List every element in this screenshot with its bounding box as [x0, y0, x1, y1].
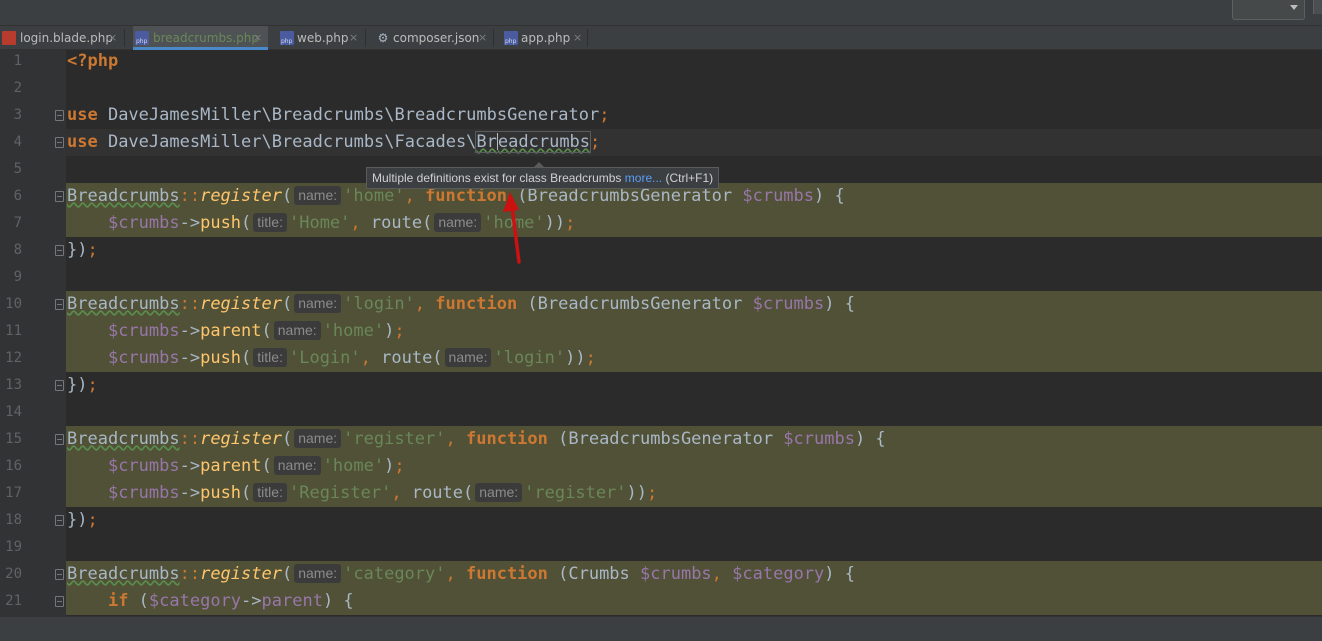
fold-marker-icon[interactable]: [55, 380, 64, 391]
tab-login-blade[interactable]: login.blade.php ×: [0, 26, 125, 50]
php-file-icon: php: [280, 31, 294, 45]
top-toolbar: [0, 0, 1322, 26]
line-number: 3: [13, 107, 22, 123]
line-number: 12: [5, 350, 22, 366]
line-number: 18: [5, 512, 22, 528]
line-number: 5: [13, 161, 22, 177]
line-number: 8: [13, 242, 22, 258]
tab-breadcrumbs[interactable]: php breadcrumbs.php ×: [133, 26, 268, 50]
fold-marker-icon[interactable]: [55, 137, 64, 148]
line-number: 13: [5, 377, 22, 393]
code-line-4: use DaveJamesMiller\Breadcrumbs\Facades\…: [67, 131, 601, 153]
code-line-16: $crumbs->parent(name:'home');: [107, 456, 405, 476]
line-number: 17: [5, 485, 22, 501]
tab-label: composer.json: [393, 31, 480, 45]
code-editor[interactable]: <?php use DaveJamesMiller\Breadcrumbs\Br…: [66, 50, 1322, 616]
fold-marker-icon[interactable]: [55, 299, 64, 310]
line-number: 10: [5, 296, 22, 312]
fold-marker-icon[interactable]: [55, 191, 64, 202]
tab-label: login.blade.php: [20, 31, 114, 45]
line-number: 2: [13, 80, 22, 96]
tab-web-php[interactable]: php web.php ×: [278, 26, 366, 50]
line-number: 11: [5, 323, 22, 339]
chevron-down-icon: [1290, 5, 1298, 10]
code-line-11: $crumbs->parent(name:'home');: [107, 321, 405, 341]
code-line-10: Breadcrumbs::register(name:'login', func…: [67, 294, 855, 314]
status-bar: [0, 616, 1322, 641]
fold-marker-icon[interactable]: [55, 596, 64, 607]
fold-marker-icon[interactable]: [55, 434, 64, 445]
php-file-icon: php: [135, 31, 149, 45]
tooltip-text: Multiple definitions exist for class Bre…: [372, 171, 625, 185]
tooltip-more-link[interactable]: more...: [625, 171, 662, 185]
definition-tooltip: Multiple definitions exist for class Bre…: [366, 162, 720, 189]
code-line-18: });: [67, 510, 98, 530]
tooltip-pointer: [533, 162, 545, 168]
tab-separator: [124, 29, 125, 47]
code-line-17: $crumbs->push(title: 'Register', route(na…: [107, 483, 658, 503]
code-line-13: });: [67, 375, 98, 395]
tab-separator: [493, 29, 494, 47]
line-number: 1: [13, 53, 22, 69]
code-line-1: <?php: [67, 51, 119, 71]
close-icon[interactable]: ×: [349, 26, 358, 50]
line-number: 6: [13, 188, 22, 204]
line-number: 20: [5, 566, 22, 582]
code-line-8: });: [67, 240, 98, 260]
code-line-7: $crumbs->push(title: 'Home', route(name: '…: [107, 213, 576, 233]
tab-separator: [587, 29, 588, 47]
tab-label: web.php: [297, 31, 349, 45]
tab-composer-json[interactable]: ⚙ composer.json ×: [374, 26, 494, 50]
close-icon[interactable]: ×: [573, 26, 582, 50]
fold-marker-icon[interactable]: [55, 569, 64, 580]
line-number: 15: [5, 431, 22, 447]
run-config-dropdown[interactable]: [1232, 0, 1305, 20]
code-line-12: $crumbs->push(title: 'Login', route(name:…: [107, 348, 596, 368]
line-number: 4: [13, 134, 22, 150]
editor-tab-bar: login.blade.php × php breadcrumbs.php × …: [0, 26, 1322, 50]
tab-separator: [365, 29, 366, 47]
close-icon[interactable]: ×: [478, 26, 487, 50]
line-number: 16: [5, 458, 22, 474]
close-icon[interactable]: ×: [108, 26, 117, 50]
blade-file-icon: [2, 31, 16, 45]
tab-app-php[interactable]: php app.php ×: [502, 26, 588, 50]
line-number: 14: [5, 404, 22, 420]
json-file-icon: ⚙: [377, 31, 389, 45]
code-line-15: Breadcrumbs::register(name:'register', f…: [67, 429, 886, 449]
fold-marker-icon[interactable]: [55, 515, 64, 526]
fold-marker-icon[interactable]: [55, 245, 64, 256]
code-line-20: Breadcrumbs::register(name:'category', f…: [67, 564, 856, 584]
code-line-3: use DaveJamesMiller\Breadcrumbs\Breadcru…: [67, 105, 610, 125]
line-number-gutter[interactable]: 1 2 3 4 5 6 7 8 9 10 11 12 13 14 15 16 1…: [0, 50, 66, 616]
fold-marker-icon[interactable]: [55, 110, 64, 121]
tab-label: app.php: [521, 31, 571, 45]
line-number: 19: [5, 539, 22, 555]
tooltip-shortcut: (Ctrl+F1): [662, 171, 714, 185]
code-line-21: if ($category->parent) {: [107, 591, 354, 611]
php-file-icon: php: [504, 31, 518, 45]
toolbar-edge-button[interactable]: [1313, 0, 1322, 14]
line-number: 7: [13, 215, 22, 231]
line-number: 9: [13, 269, 22, 285]
line-number: 21: [5, 593, 22, 609]
